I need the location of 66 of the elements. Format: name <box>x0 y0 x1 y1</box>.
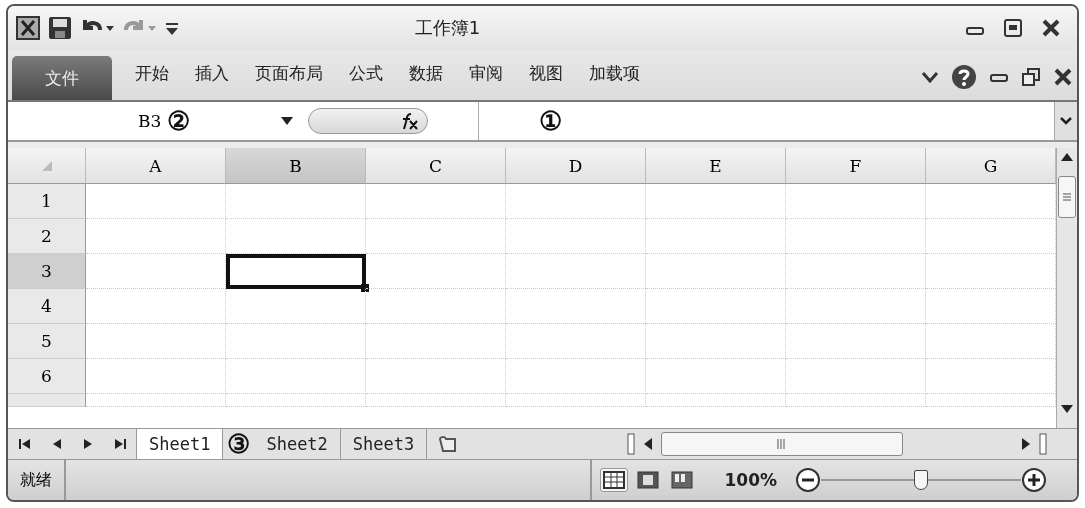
formula-input[interactable]: ① <box>479 102 1054 140</box>
row-header[interactable]: 6 <box>8 359 86 394</box>
scroll-down-icon[interactable] <box>1060 404 1074 414</box>
spreadsheet-app-icon[interactable] <box>16 16 40 40</box>
dropdown-caret-icon[interactable] <box>280 116 294 126</box>
zoom-level[interactable]: 100% <box>724 470 777 490</box>
row-header[interactable]: 5 <box>8 324 86 359</box>
close-icon[interactable] <box>1053 67 1073 87</box>
row-header[interactable]: 1 <box>8 184 86 219</box>
maximize-icon[interactable] <box>1003 18 1023 38</box>
column-header[interactable]: F <box>786 148 926 184</box>
help-icon[interactable] <box>951 64 977 90</box>
ribbon-tab[interactable]: 数据 <box>396 56 456 100</box>
ribbon-tab[interactable]: 公式 <box>336 56 396 100</box>
callout-number: ③ <box>226 431 252 457</box>
next-sheet-icon[interactable] <box>82 438 93 450</box>
ribbon-tab[interactable]: 页面布局 <box>242 56 336 100</box>
insert-function-button[interactable] <box>308 108 428 134</box>
sheet-tab[interactable]: Sheet1 <box>137 429 224 459</box>
corner-triangle-icon <box>41 160 52 171</box>
ribbon-tab[interactable]: 审阅 <box>456 56 516 100</box>
slider-thumb[interactable] <box>914 470 928 490</box>
scroll-up-icon[interactable] <box>1060 152 1074 162</box>
column-header[interactable]: B <box>226 148 366 184</box>
column-header[interactable]: E <box>646 148 786 184</box>
scroll-right-icon[interactable] <box>1021 437 1031 451</box>
save-icon[interactable] <box>48 16 72 40</box>
scroll-thumb[interactable] <box>661 432 903 456</box>
scroll-left-icon[interactable] <box>643 437 653 451</box>
scroll-thumb[interactable] <box>1058 176 1076 218</box>
previous-sheet-icon[interactable] <box>51 438 62 450</box>
ribbon-tab[interactable]: 插入 <box>182 56 242 100</box>
column-header[interactable]: C <box>366 148 506 184</box>
callout-number: ① <box>539 108 562 134</box>
select-all-corner[interactable] <box>8 148 86 184</box>
ribbon-tab[interactable]: 开始 <box>122 56 182 100</box>
window-title: 工作簿1 <box>413 16 482 40</box>
ribbon-tab[interactable]: 视图 <box>516 56 576 100</box>
close-icon[interactable] <box>1041 18 1061 38</box>
callout-number: ② <box>167 108 191 134</box>
column-header[interactable]: A <box>86 148 226 184</box>
split-handle-icon[interactable] <box>627 433 635 455</box>
column-header[interactable]: D <box>506 148 646 184</box>
first-sheet-icon[interactable] <box>18 438 31 450</box>
row-header[interactable]: 3 <box>8 254 86 289</box>
split-handle-icon[interactable] <box>1039 433 1047 455</box>
grip-icon <box>777 439 787 449</box>
zoom-out-icon[interactable] <box>795 467 821 493</box>
chevron-down-icon <box>1060 117 1072 125</box>
status-text: 就绪 <box>8 460 66 500</box>
row-header[interactable]: 4 <box>8 289 86 324</box>
column-header[interactable]: G <box>926 148 1056 184</box>
last-sheet-icon[interactable] <box>113 438 126 450</box>
ribbon-tab[interactable]: 加载项 <box>576 56 653 100</box>
file-tab[interactable]: 文件 <box>12 56 112 100</box>
zoom-in-icon[interactable] <box>1021 467 1047 493</box>
active-cell[interactable] <box>226 254 366 289</box>
restore-icon[interactable] <box>1021 67 1041 87</box>
cell-reference: B3 <box>138 111 162 131</box>
chevron-icon[interactable] <box>921 70 939 84</box>
grip-icon <box>1063 193 1071 201</box>
expand-formula-button[interactable] <box>1054 102 1077 140</box>
row-header[interactable]: 2 <box>8 219 86 254</box>
grid-view-icon[interactable] <box>600 468 629 492</box>
vertical-scrollbar[interactable] <box>1056 148 1077 428</box>
name-box[interactable]: B3 ② <box>8 102 308 140</box>
